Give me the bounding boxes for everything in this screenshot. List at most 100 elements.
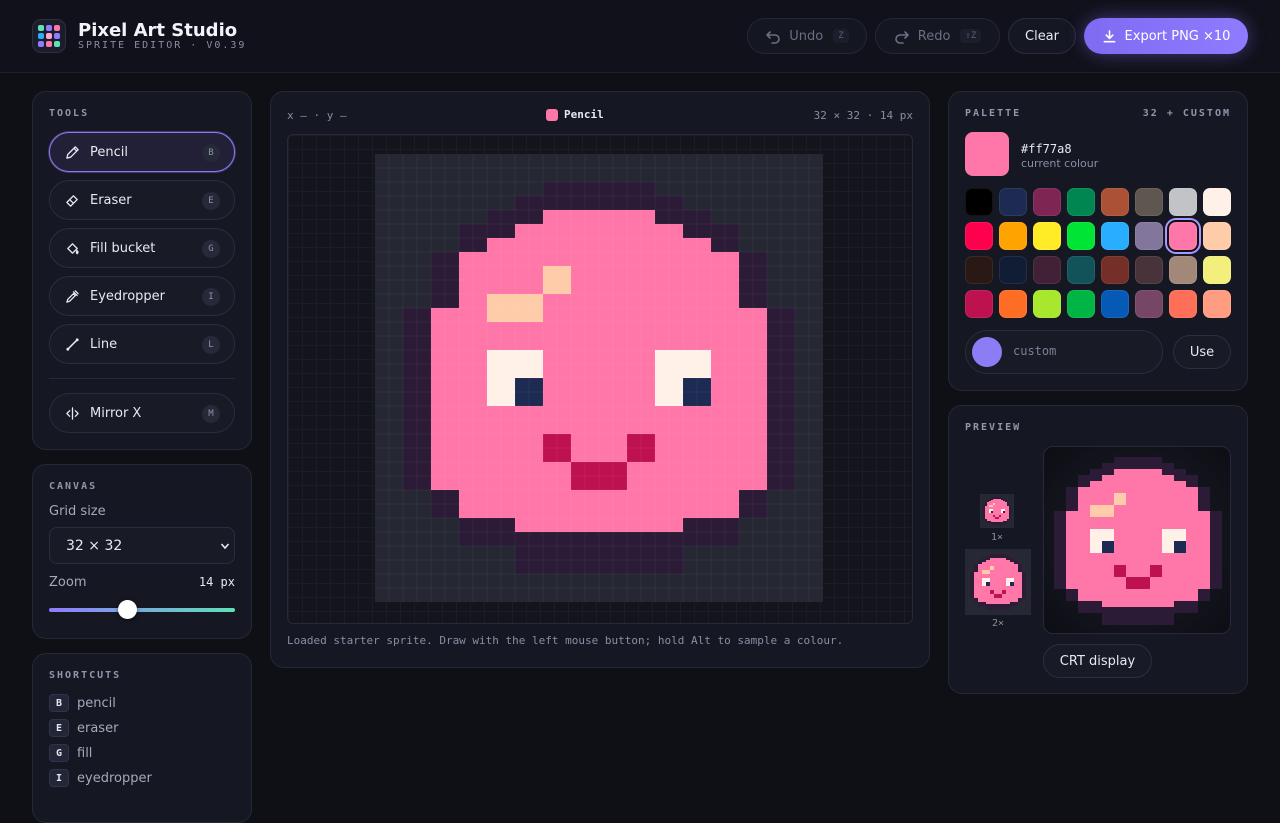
sprite-pixel xyxy=(998,502,999,503)
drawing-canvas-area[interactable] xyxy=(287,134,913,624)
sprite-pixel xyxy=(1006,604,1008,606)
palette-swatch[interactable] xyxy=(1067,256,1095,284)
sprite-pixel xyxy=(1132,601,1138,607)
sprite-pixel xyxy=(1174,595,1180,601)
sprite-canvas[interactable] xyxy=(375,154,823,602)
palette-swatch[interactable] xyxy=(999,222,1027,250)
sprite-pixel xyxy=(1174,475,1180,481)
sprite-pixel xyxy=(998,554,1000,556)
sprite-pixel xyxy=(1114,559,1120,565)
zoom-slider-thumb[interactable] xyxy=(117,600,137,619)
palette-swatch[interactable] xyxy=(1203,188,1231,216)
palette-swatch[interactable] xyxy=(1135,256,1163,284)
sprite-pixel xyxy=(985,503,986,504)
palette-swatch[interactable] xyxy=(1169,290,1197,318)
palette-swatch[interactable] xyxy=(1067,188,1095,216)
sprite-pixel xyxy=(1126,493,1132,499)
sprite-pixel xyxy=(996,500,997,501)
palette-swatch[interactable] xyxy=(1169,256,1197,284)
sprite-pixel xyxy=(1168,505,1174,511)
sprite-pixel xyxy=(1002,508,1003,509)
palette-swatch[interactable] xyxy=(1135,290,1163,318)
custom-color-dot[interactable] xyxy=(972,337,1002,367)
sprite-pixel xyxy=(417,406,431,420)
sprite-pixel xyxy=(445,364,459,378)
redo-button[interactable]: Redo ⇧Z xyxy=(875,18,1000,54)
palette-swatch[interactable] xyxy=(1033,188,1061,216)
palette-swatch[interactable] xyxy=(1033,256,1061,284)
zoom-slider-track[interactable] xyxy=(49,608,235,612)
sprite-pixel xyxy=(781,378,795,392)
sprite-pixel xyxy=(978,586,980,588)
sprite-pixel xyxy=(1090,535,1096,541)
sprite-pixel xyxy=(976,598,978,600)
palette-swatch[interactable] xyxy=(965,188,993,216)
tool-mirror-x[interactable]: Mirror X M xyxy=(49,393,235,433)
palette-swatch[interactable] xyxy=(1203,222,1231,250)
sprite-pixel xyxy=(459,322,473,336)
palette-swatch[interactable] xyxy=(999,256,1027,284)
sprite-pixel xyxy=(984,509,985,510)
sprite-pixel xyxy=(1000,578,1002,580)
sprite-pixel xyxy=(627,350,641,364)
app-subtitle: SPRITE EDITOR · V0.39 xyxy=(78,40,247,51)
palette-swatch[interactable] xyxy=(1101,256,1129,284)
sprite-pixel xyxy=(1020,586,1022,588)
palette-swatch[interactable] xyxy=(1203,256,1231,284)
undo-button[interactable]: Undo Z xyxy=(747,18,867,54)
palette-swatch[interactable] xyxy=(1033,290,1061,318)
sprite-pixel xyxy=(1126,487,1132,493)
sprite-pixel xyxy=(996,506,997,507)
sprite-pixel xyxy=(1078,595,1084,601)
sprite-pixel xyxy=(1005,519,1006,520)
tool-pencil[interactable]: Pencil B xyxy=(49,132,235,172)
sprite-pixel xyxy=(1054,553,1060,559)
clear-button[interactable]: Clear xyxy=(1008,18,1076,54)
palette-swatch[interactable] xyxy=(1135,188,1163,216)
palette-swatch[interactable] xyxy=(999,188,1027,216)
export-png-button[interactable]: Export PNG ×10 xyxy=(1084,18,1248,54)
sprite-pixel xyxy=(1010,518,1011,519)
sprite-pixel xyxy=(1150,607,1156,613)
sprite-pixel xyxy=(585,476,599,490)
tool-eraser[interactable]: Eraser E xyxy=(49,180,235,220)
palette-swatch[interactable] xyxy=(1135,222,1163,250)
sprite-pixel xyxy=(669,378,683,392)
tool-eyedropper[interactable]: Eyedropper I xyxy=(49,276,235,316)
palette-swatch[interactable] xyxy=(1169,188,1197,216)
palette-swatch[interactable] xyxy=(1101,222,1129,250)
sprite-pixel xyxy=(988,592,990,594)
palette-swatch[interactable] xyxy=(965,222,993,250)
sprite-pixel xyxy=(1000,584,1002,586)
palette-swatch[interactable] xyxy=(1101,290,1129,318)
palette-swatch[interactable] xyxy=(1169,222,1197,250)
sprite-pixel xyxy=(683,392,697,406)
palette-swatch[interactable] xyxy=(1033,222,1061,250)
sprite-pixel xyxy=(487,448,501,462)
sprite-pixel xyxy=(983,518,984,519)
sprite-pixel xyxy=(976,586,978,588)
sprite-pixel xyxy=(983,513,984,514)
grid-size-select[interactable]: 32 × 32 xyxy=(49,527,235,564)
crt-display-button[interactable]: CRT display xyxy=(1043,644,1152,678)
palette-swatch[interactable] xyxy=(1067,222,1095,250)
tool-line[interactable]: Line L xyxy=(49,324,235,364)
sprite-pixel xyxy=(993,497,994,498)
custom-color-input[interactable]: custom xyxy=(965,330,1163,374)
palette-swatch[interactable] xyxy=(1101,188,1129,216)
palette-swatch[interactable] xyxy=(999,290,1027,318)
sprite-pixel xyxy=(1198,499,1204,505)
sprite-pixel xyxy=(998,602,1000,604)
use-color-button[interactable]: Use xyxy=(1173,335,1231,369)
tool-fill-bucket[interactable]: Fill bucket G xyxy=(49,228,235,268)
sprite-pixel xyxy=(1000,511,1001,512)
palette-swatch[interactable] xyxy=(1203,290,1231,318)
palette-swatch[interactable] xyxy=(965,290,993,318)
sprite-pixel xyxy=(984,517,985,518)
palette-swatch[interactable] xyxy=(1067,290,1095,318)
sprite-pixel xyxy=(1003,511,1004,512)
sprite-pixel xyxy=(980,568,982,570)
sprite-pixel xyxy=(988,608,990,610)
palette-swatch[interactable] xyxy=(965,256,993,284)
redo-shortcut: ⇧Z xyxy=(960,29,982,43)
